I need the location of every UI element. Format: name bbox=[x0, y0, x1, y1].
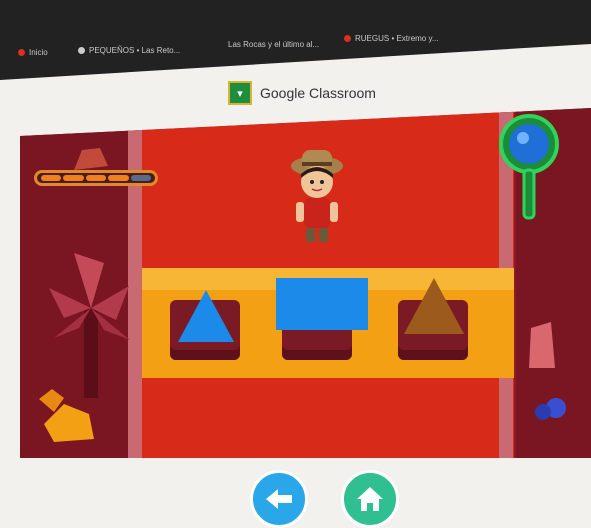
browser-tab-label: Las Rocas y el último al... bbox=[228, 40, 320, 49]
home-button[interactable] bbox=[341, 470, 399, 528]
page-header: ▾ Google Classroom bbox=[228, 80, 376, 106]
magnifier-icon[interactable] bbox=[494, 112, 564, 222]
blue-triangle-shape[interactable] bbox=[176, 288, 236, 344]
brown-triangle-shape[interactable] bbox=[402, 276, 466, 336]
shape-slot-1 bbox=[170, 290, 240, 360]
browser-tab-3[interactable]: Las Rocas y el último al... bbox=[228, 40, 319, 49]
tab-favicon-icon bbox=[344, 35, 351, 43]
progress-segment bbox=[41, 175, 62, 181]
browser-tab-label: PEQUEÑOS • Las Reto... bbox=[89, 46, 181, 55]
explorer-character bbox=[291, 150, 343, 242]
progress-segment bbox=[63, 175, 84, 181]
browser-tab-4[interactable]: RUEGUS • Extremo y... bbox=[344, 34, 439, 43]
shape-slot-3 bbox=[398, 278, 468, 360]
arrow-left-icon bbox=[266, 489, 292, 509]
progress-segment bbox=[85, 175, 107, 181]
progress-bar bbox=[34, 170, 158, 186]
browser-tab-label: RUEGUS • Extremo y... bbox=[355, 34, 439, 43]
browser-tab-1[interactable]: Inicio bbox=[18, 48, 48, 57]
progress-segment bbox=[108, 175, 129, 181]
back-button[interactable] bbox=[250, 470, 308, 528]
blue-rectangle-shape[interactable] bbox=[276, 278, 368, 330]
rock-decoration bbox=[74, 148, 108, 170]
browser-tab-2[interactable]: PEQUEÑOS • Las Reto... bbox=[78, 46, 180, 55]
game-canvas bbox=[20, 108, 591, 458]
browser-tab-label: Inicio bbox=[29, 48, 48, 57]
shape-slot-2 bbox=[276, 278, 368, 360]
vase-decoration bbox=[529, 322, 566, 420]
tab-favicon-icon bbox=[18, 49, 25, 57]
tab-favicon-icon bbox=[78, 47, 85, 55]
rocks-decoration bbox=[39, 389, 94, 442]
google-classroom-icon[interactable]: ▾ bbox=[228, 81, 252, 105]
progress-segment bbox=[130, 175, 152, 181]
palm-tree-decoration bbox=[49, 253, 130, 398]
page-title: Google Classroom bbox=[260, 85, 376, 101]
home-icon bbox=[357, 487, 383, 511]
